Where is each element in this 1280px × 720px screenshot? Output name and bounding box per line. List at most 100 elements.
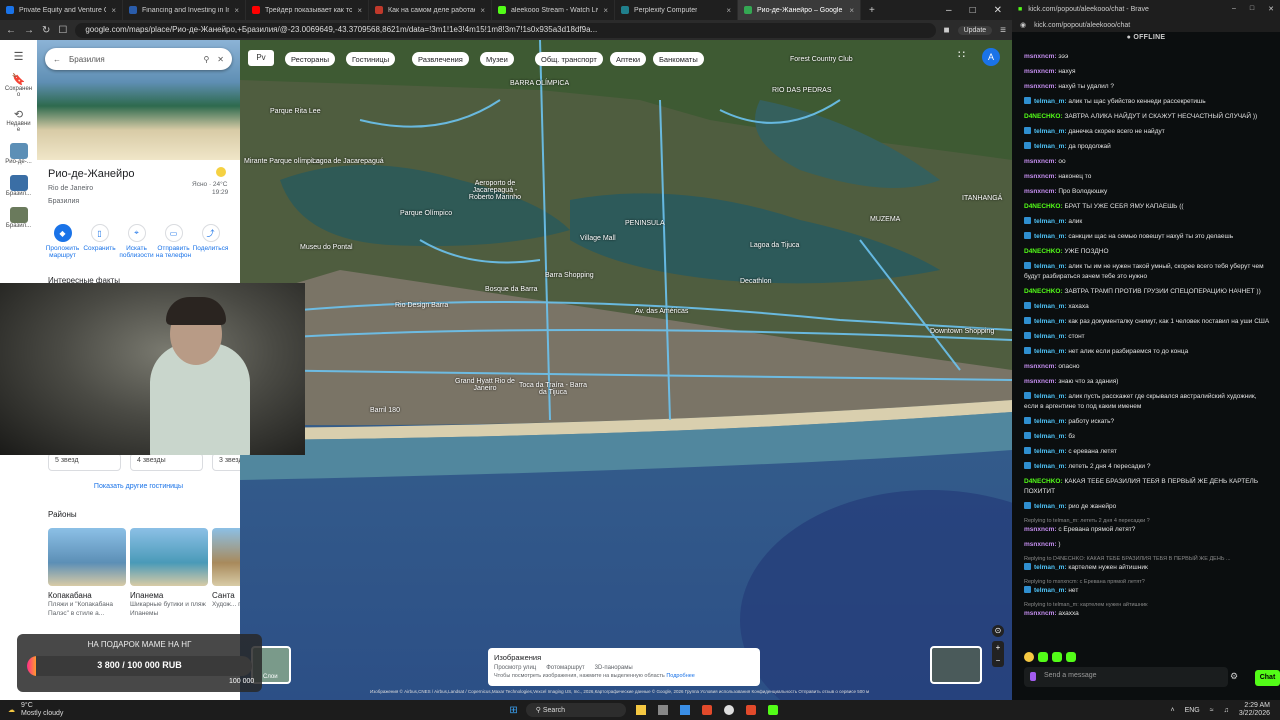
chat-username[interactable]: msnxncm: [1024, 53, 1057, 60]
tab-close-icon[interactable]: × [111, 6, 116, 15]
chat-username[interactable]: msnxncm: [1024, 363, 1057, 370]
extensions-icon[interactable]: ■ [944, 25, 950, 36]
chat-username[interactable]: telman_m: [1034, 98, 1067, 105]
chat-username[interactable]: telman_m: [1034, 263, 1067, 270]
tab-close-icon[interactable]: × [726, 6, 731, 15]
close-window-icon[interactable]: ✕ [994, 5, 1002, 16]
district-card[interactable]: Копакабана Пляжи и "Копакабана Палэс" в с… [48, 528, 126, 618]
chat-username[interactable]: telman_m: [1034, 564, 1067, 571]
app-icon[interactable] [679, 705, 690, 715]
browser-tab[interactable]: Financing and Investing in Infrastruct × [123, 0, 246, 20]
back-arrow-icon[interactable]: ← [53, 55, 61, 64]
layers-selector[interactable]: Рv [248, 50, 274, 66]
chat-username[interactable]: msnxncm: [1024, 83, 1057, 90]
brave-icon[interactable] [745, 705, 756, 715]
language-indicator[interactable]: ENG [1185, 707, 1200, 714]
minimize-icon[interactable]: – [1232, 5, 1236, 13]
browser-tab[interactable]: Трейдер показывает как торговать × [246, 0, 369, 20]
close-icon[interactable]: ✕ [217, 55, 224, 64]
chat-username[interactable]: telman_m: [1034, 303, 1067, 310]
chat-username[interactable]: D4NECHKO: [1024, 288, 1063, 295]
chat-username[interactable]: msnxncm: [1024, 158, 1057, 165]
action-bookmark-button[interactable]: ▯ Сохранить [81, 224, 118, 259]
hamburger-icon[interactable]: ☰ [14, 50, 24, 63]
chat-username[interactable]: telman_m: [1034, 333, 1067, 340]
map-label[interactable]: Barril 180 [370, 407, 400, 414]
chat-username[interactable]: telman_m: [1034, 143, 1067, 150]
map-chip[interactable]: Аптеки [610, 52, 647, 66]
photo-route-option[interactable]: Фотомаршрут [546, 665, 584, 671]
brave-icon[interactable] [701, 705, 712, 715]
zoom-out-button[interactable]: − [992, 654, 1004, 667]
chat-username[interactable]: msnxncm: [1024, 173, 1057, 180]
chat-username[interactable]: telman_m: [1034, 448, 1067, 455]
panorama-option[interactable]: 3D-панорамы [595, 665, 633, 671]
chat-message-input[interactable]: Send a message [1024, 667, 1228, 687]
settings-icon[interactable]: ⚙ [1230, 671, 1238, 682]
map-label[interactable]: Av. das Américas [635, 308, 688, 315]
show-hotels-link[interactable]: Показать другие гостиницы [37, 483, 240, 490]
map-label[interactable]: BARRA OLÍMPICA [510, 80, 569, 87]
back-icon[interactable]: ← [6, 25, 16, 36]
chat-url[interactable]: kick.com/popout/aleekooo/chat [1034, 22, 1130, 29]
taskbar-clock[interactable]: 2:29 AM 3/22/2026 [1239, 702, 1270, 718]
chat-username[interactable]: telman_m: [1034, 503, 1067, 510]
minimize-icon[interactable]: – [946, 5, 952, 16]
window-controls[interactable]: – □ ✕ [1232, 5, 1274, 13]
browser-tab[interactable]: Perplexity Computer × [615, 0, 738, 20]
browser-tab[interactable]: Private Equity and Venture Capital | × [0, 0, 123, 20]
map-label[interactable]: Village Mall [580, 235, 616, 242]
menu-icon[interactable]: ≡ [1000, 25, 1006, 36]
wifi-icon[interactable]: ≈ [1210, 707, 1214, 714]
rail-item[interactable]: ⟲ Недавни е [0, 108, 37, 133]
map-chip[interactable]: Развлечения [412, 52, 469, 66]
tab-close-icon[interactable]: × [849, 6, 854, 15]
map-label[interactable]: PENINSULA [625, 220, 665, 227]
chat-username[interactable]: D4NECHKO: [1024, 248, 1063, 255]
emote-icon[interactable] [1066, 652, 1076, 662]
maximize-icon[interactable]: □ [1250, 5, 1254, 13]
pinned-apps[interactable] [635, 705, 778, 715]
rail-menu[interactable]: ☰ [0, 50, 37, 63]
map-label[interactable]: Rio Design Barra [395, 302, 448, 309]
chat-username[interactable]: telman_m: [1034, 433, 1067, 440]
emote-bar[interactable] [1024, 652, 1076, 662]
search-box[interactable]: ← Бразилия ⚲ ✕ [45, 48, 232, 70]
chat-username[interactable]: D4NECHKO: [1024, 478, 1063, 485]
send-chat-button[interactable]: Chat [1255, 670, 1280, 686]
chat-username[interactable]: telman_m: [1034, 348, 1067, 355]
app-icon[interactable] [723, 705, 734, 715]
chat-username[interactable]: msnxncm: [1024, 68, 1057, 75]
map-label[interactable]: Museu do Pontal [300, 244, 353, 251]
map-label[interactable]: Forest Country Club [790, 56, 853, 63]
apps-grid-icon[interactable]: ∷ [958, 48, 965, 61]
my-location-icon[interactable]: ⊙ [992, 625, 1004, 637]
hotel-filter-chip[interactable]: 4 звезды [130, 453, 203, 471]
learn-more-link[interactable]: Подробнее [666, 673, 695, 679]
file-explorer-icon[interactable] [635, 705, 646, 715]
tab-close-icon[interactable]: × [234, 6, 239, 15]
action-directions-button[interactable]: ◆ Проложить маршрут [44, 224, 81, 259]
chat-username[interactable]: telman_m: [1034, 393, 1067, 400]
map-label[interactable]: Parque Rita Lee [270, 108, 321, 115]
action-share-button[interactable]: ⤴ Поделиться [192, 224, 229, 259]
tab-close-icon[interactable]: × [357, 6, 362, 15]
street-view-option[interactable]: Просмотр улиц [494, 665, 536, 671]
maximize-icon[interactable]: □ [970, 5, 976, 16]
volume-icon[interactable]: ♫ [1224, 707, 1229, 714]
map-label[interactable]: Lagoa de Jacarepaguá [312, 158, 384, 165]
reload-icon[interactable]: ↻ [42, 25, 50, 36]
browser-tab[interactable]: Рио-де-Жанейро – Google Карт × [738, 0, 861, 20]
taskbar-weather[interactable]: 9°C Mostly cloudy [21, 702, 63, 718]
chat-username[interactable]: D4NECHKO: [1024, 203, 1063, 210]
chat-username[interactable]: telman_m: [1034, 218, 1067, 225]
chat-username[interactable]: msnxncm: [1024, 378, 1057, 385]
imagery-card[interactable]: Изображения Просмотр улиц Фотомаршрут 3D… [488, 648, 760, 686]
chat-username[interactable]: telman_m: [1034, 318, 1067, 325]
tab-close-icon[interactable]: × [603, 6, 608, 15]
rail-item[interactable]: Бразил... [0, 207, 37, 229]
chat-username[interactable]: msnxncm: [1024, 188, 1057, 195]
account-avatar[interactable]: A [982, 48, 1000, 66]
chat-username[interactable]: telman_m: [1034, 128, 1067, 135]
map-label[interactable]: Grand Hyatt Rio de Janeiro [450, 378, 520, 392]
